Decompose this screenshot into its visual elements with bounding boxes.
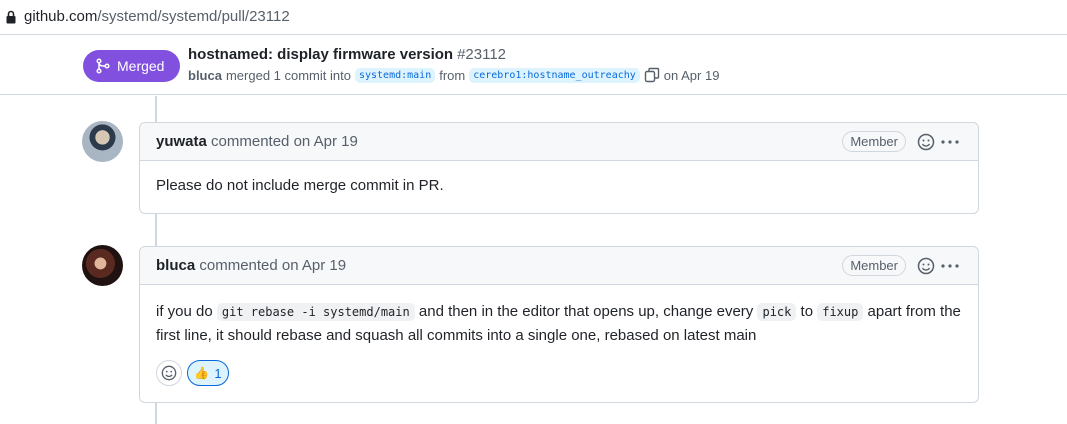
comment-header: bluca commented on Apr 19 Member xyxy=(140,247,978,285)
comment-body: if you do git rebase -i systemd/main and… xyxy=(156,300,966,348)
add-reaction-icon[interactable] xyxy=(917,133,935,151)
add-reaction-button[interactable] xyxy=(156,360,182,386)
pr-number: #23112 xyxy=(457,46,507,63)
reaction-count: 1 xyxy=(214,365,222,381)
add-reaction-icon[interactable] xyxy=(917,257,935,275)
kebab-menu-icon[interactable] xyxy=(941,264,959,268)
comment-author-link[interactable]: yuwata xyxy=(156,133,207,150)
kebab-menu-icon[interactable] xyxy=(941,140,959,144)
inline-code: pick xyxy=(757,303,797,321)
merged-status-label: Merged xyxy=(117,58,165,74)
git-merge-icon xyxy=(96,58,110,74)
comment-header-text: yuwata commented on Apr 19 xyxy=(156,133,358,150)
pr-meta: bluca merged 1 commit into systemd:main … xyxy=(188,67,719,83)
pr-header: Merged hostnamed: display firmware versi… xyxy=(0,36,1067,95)
comment-header-text: bluca commented on Apr 19 xyxy=(156,257,346,274)
comment-timestamp[interactable]: commented on Apr 19 xyxy=(211,133,358,150)
pr-title-text: hostnamed: display firmware version xyxy=(188,46,454,63)
inline-code: fixup xyxy=(817,303,864,321)
role-badge: Member xyxy=(842,131,906,152)
url-path: /systemd/systemd/pull/23112 xyxy=(97,8,290,25)
browser-url-bar[interactable]: github.com/systemd/systemd/pull/23112 xyxy=(0,0,1067,35)
merged-status-badge: Merged xyxy=(83,50,180,82)
inline-code: git rebase -i systemd/main xyxy=(216,303,415,321)
thumbs-up-reaction-button[interactable]: 👍 1 xyxy=(187,360,229,386)
comment-text: to xyxy=(796,303,818,320)
url-host: github.com xyxy=(24,8,98,25)
comment-card: bluca commented on Apr 19 Member if you … xyxy=(139,246,979,403)
lock-icon xyxy=(6,10,16,24)
comment-author-link[interactable]: bluca xyxy=(156,257,195,274)
pr-date: on Apr 19 xyxy=(663,67,720,83)
comment-header: yuwata commented on Apr 19 Member xyxy=(140,123,978,161)
head-branch-label[interactable]: cerebro1:hostname_outreachy xyxy=(469,67,640,83)
copy-icon[interactable] xyxy=(644,67,660,83)
comment-text: if you do xyxy=(156,303,217,320)
pr-merged-text: merged 1 commit into xyxy=(225,67,351,83)
comment-card: yuwata commented on Apr 19 Member Please… xyxy=(139,122,979,214)
comment-body: Please do not include merge commit in PR… xyxy=(156,177,444,194)
avatar[interactable] xyxy=(82,245,123,286)
pr-from-text: from xyxy=(439,67,466,83)
smiley-icon xyxy=(161,365,177,381)
base-branch-label[interactable]: systemd:main xyxy=(354,67,436,83)
comment-timestamp[interactable]: commented on Apr 19 xyxy=(199,257,346,274)
thumbs-up-icon: 👍 xyxy=(194,366,210,380)
comment-text: and then in the editor that opens up, ch… xyxy=(414,303,758,320)
avatar[interactable] xyxy=(82,121,123,162)
pr-author-link[interactable]: bluca xyxy=(188,68,222,83)
role-badge: Member xyxy=(842,255,906,276)
pr-title: hostnamed: display firmware version #2311… xyxy=(188,46,506,63)
url-text[interactable]: github.com/systemd/systemd/pull/23112 xyxy=(24,8,290,25)
